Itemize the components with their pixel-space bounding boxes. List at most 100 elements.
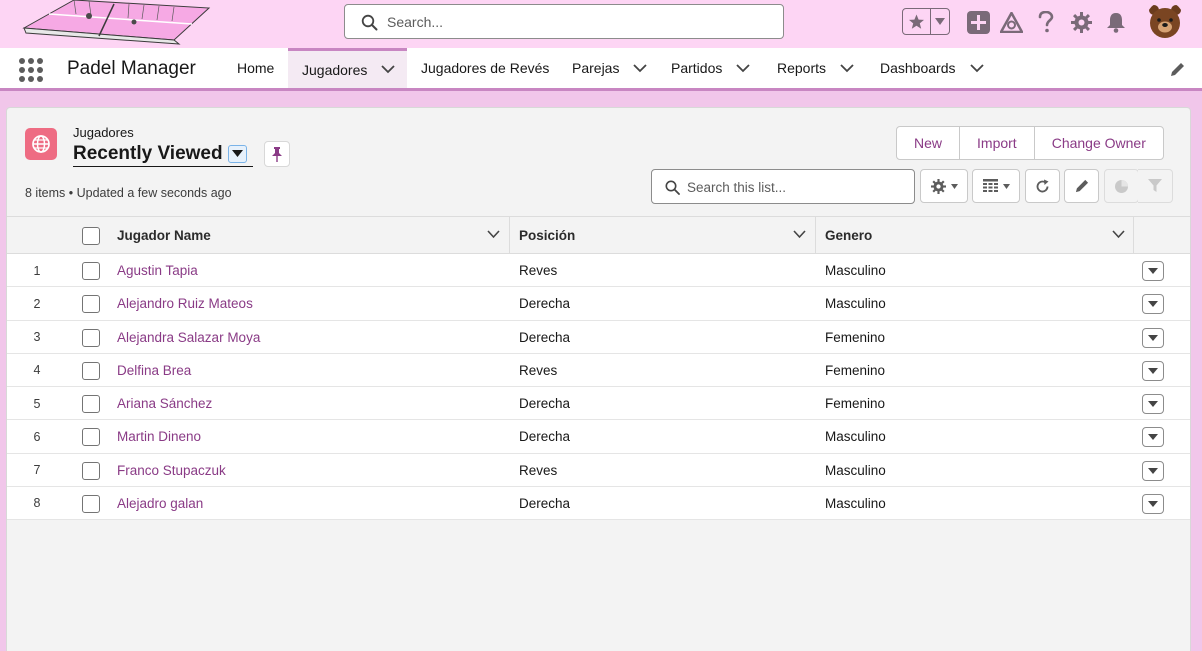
table-row[interactable]: 5 Ariana Sánchez Derecha Femenino <box>7 387 1190 421</box>
records-table: Jugador Name Posición Genero 1 Agustin T… <box>7 216 1190 520</box>
jugador-name-link[interactable]: Alejandro Ruiz Mateos <box>117 287 253 320</box>
table-row[interactable]: 8 Alejadro galan Derecha Masculino <box>7 486 1190 520</box>
nav-item-dashboards[interactable]: Dashboards <box>880 48 984 88</box>
import-button[interactable]: Import <box>959 127 1034 159</box>
row-actions-button[interactable] <box>1142 394 1164 414</box>
star-icon <box>909 14 924 29</box>
row-number: 3 <box>33 330 41 344</box>
column-header-jugador-name[interactable]: Jugador Name <box>117 217 211 253</box>
chevron-down-icon[interactable] <box>633 63 648 73</box>
row-actions-button[interactable] <box>1142 493 1164 514</box>
list-search[interactable] <box>651 169 915 204</box>
caret-down-icon <box>1148 401 1158 407</box>
nav-item-parejas[interactable]: Parejas <box>572 48 648 88</box>
genero-cell: Masculino <box>825 263 886 278</box>
row-checkbox[interactable] <box>82 361 100 380</box>
jugador-name-link[interactable]: Martin Dineno <box>117 420 201 453</box>
filters-button[interactable] <box>1138 169 1173 203</box>
list-view-selector[interactable]: Recently Viewed <box>73 141 253 167</box>
list-view-controls-button[interactable] <box>920 169 968 203</box>
table-row[interactable]: 3 Alejandra Salazar Moya Derecha Femenin… <box>7 320 1190 354</box>
display-as-button[interactable] <box>972 169 1020 203</box>
column-divider[interactable] <box>509 217 510 253</box>
nav-item-jugadores-de-reves[interactable]: Jugadores de Revés <box>421 48 549 88</box>
global-search[interactable] <box>344 4 784 39</box>
user-avatar[interactable] <box>1146 1 1184 39</box>
nav-item-label: Jugadores de Revés <box>421 60 550 76</box>
chevron-down-icon[interactable] <box>487 230 500 239</box>
nav-item-label: Jugadores <box>302 61 368 78</box>
caret-down-icon <box>935 18 945 25</box>
row-checkbox[interactable] <box>82 328 100 347</box>
row-number: 4 <box>33 363 41 378</box>
setup-button[interactable] <box>1069 8 1093 36</box>
jugador-name-link[interactable]: Alejadro galan <box>117 487 203 520</box>
favorite-star-button[interactable] <box>903 9 930 34</box>
column-header-posicion[interactable]: Posición <box>519 217 575 253</box>
edit-nav-pencil-icon[interactable] <box>1170 62 1185 77</box>
chevron-down-icon[interactable] <box>1112 230 1125 239</box>
inline-edit-button[interactable] <box>1064 169 1099 203</box>
favorites-button-group[interactable] <box>902 8 950 35</box>
row-actions-button[interactable] <box>1142 261 1164 281</box>
new-button[interactable]: New <box>897 127 959 159</box>
table-row[interactable]: 4 Delfina Brea Reves Femenino <box>7 353 1190 387</box>
app-name: Padel Manager <box>67 58 196 79</box>
change-owner-button[interactable]: Change Owner <box>1033 127 1163 159</box>
table-row[interactable]: 6 Martin Dineno Derecha Masculino <box>7 420 1190 454</box>
jugador-name-link[interactable]: Ariana Sánchez <box>117 387 212 420</box>
table-row[interactable]: 1 Agustin Tapia Reves Masculino <box>7 254 1190 288</box>
charts-button[interactable] <box>1104 169 1139 203</box>
table-row[interactable]: 2 Alejandro Ruiz Mateos Derecha Masculin… <box>7 287 1190 321</box>
bear-avatar-icon <box>1146 1 1184 39</box>
row-checkbox[interactable] <box>82 428 100 447</box>
column-divider[interactable] <box>815 217 816 253</box>
row-checkbox[interactable] <box>82 395 100 413</box>
trailhead-icon <box>999 11 1023 33</box>
refresh-button[interactable] <box>1025 169 1060 203</box>
app-launcher-icon[interactable] <box>18 57 44 83</box>
jugador-name-link[interactable]: Alejandra Salazar Moya <box>117 321 260 354</box>
chevron-down-icon[interactable] <box>736 63 750 73</box>
list-view-dropdown-button[interactable] <box>227 144 247 163</box>
row-checkbox[interactable] <box>82 262 100 280</box>
help-button[interactable] <box>1035 8 1057 36</box>
global-actions-button[interactable] <box>966 8 990 36</box>
table-view-icon <box>982 179 998 192</box>
nav-item-home[interactable]: Home <box>237 48 274 88</box>
chevron-down-icon[interactable] <box>840 63 854 73</box>
notifications-button[interactable] <box>1104 8 1128 36</box>
pin-list-view-button[interactable] <box>264 141 290 167</box>
row-checkbox[interactable] <box>82 461 100 480</box>
row-checkbox[interactable] <box>82 295 100 314</box>
trailhead-button[interactable] <box>999 8 1023 36</box>
chevron-down-icon[interactable] <box>969 63 984 73</box>
chart-icon <box>1115 179 1128 193</box>
posicion-cell: Derecha <box>519 296 571 312</box>
row-actions-button[interactable] <box>1142 327 1164 348</box>
nav-item-partidos[interactable]: Partidos <box>671 48 750 88</box>
row-actions-button[interactable] <box>1142 294 1164 315</box>
column-divider[interactable] <box>1133 217 1134 253</box>
global-search-input[interactable] <box>387 11 767 33</box>
row-actions-button[interactable] <box>1142 460 1164 481</box>
select-all-checkbox[interactable] <box>82 227 100 245</box>
jugador-name-link[interactable]: Delfina Brea <box>117 354 191 387</box>
nav-item-jugadores[interactable]: Jugadores <box>288 48 407 88</box>
list-search-input[interactable] <box>687 177 907 197</box>
column-header-genero[interactable]: Genero <box>825 217 872 253</box>
caret-down-icon <box>1148 434 1158 441</box>
setup-gear-icon <box>930 178 946 194</box>
favorites-list-button[interactable] <box>930 9 949 34</box>
nav-item-reports[interactable]: Reports <box>777 48 854 88</box>
row-checkbox[interactable] <box>82 494 100 513</box>
jugador-name-link[interactable]: Franco Stupaczuk <box>117 454 226 487</box>
caret-down-icon <box>1148 500 1158 507</box>
table-row[interactable]: 7 Franco Stupaczuk Reves Masculino <box>7 453 1190 487</box>
chevron-down-icon[interactable] <box>793 230 806 239</box>
jugador-name-link[interactable]: Agustin Tapia <box>117 254 198 287</box>
row-actions-button[interactable] <box>1142 427 1164 448</box>
row-actions-button[interactable] <box>1142 360 1164 381</box>
chevron-down-icon[interactable] <box>381 65 396 74</box>
table-header-row: Jugador Name Posición Genero <box>7 217 1190 254</box>
